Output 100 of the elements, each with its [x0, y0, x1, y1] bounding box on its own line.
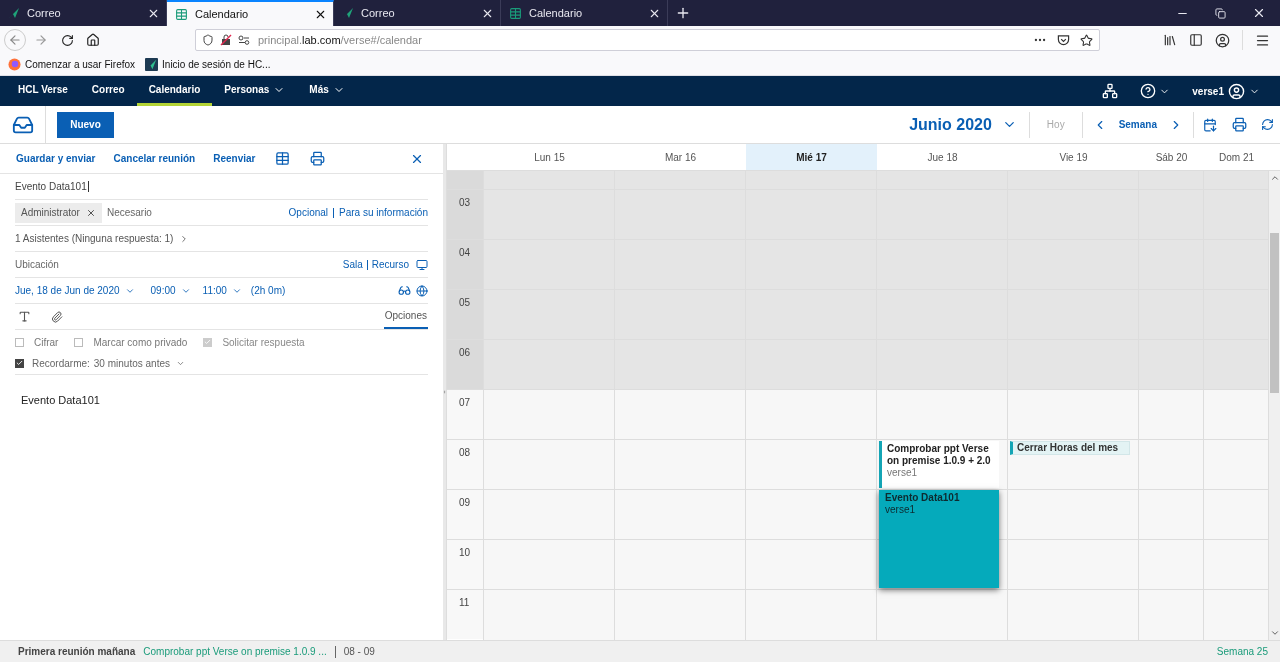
new-button[interactable]: Nuevo [57, 111, 114, 138]
end-time-dropdown[interactable]: 11:00 [202, 283, 242, 298]
checkbox[interactable] [15, 337, 24, 347]
event-owner: verse1 [885, 504, 916, 516]
nav-item[interactable]: Correo [79, 76, 137, 106]
monitor-icon[interactable] [416, 258, 428, 271]
text-format-icon[interactable] [18, 310, 31, 323]
bookmark-item[interactable]: Comenzar a usar Firefox [8, 57, 136, 72]
user-menu[interactable]: verse1 [1192, 82, 1260, 100]
action-link[interactable]: Guardar y enviar [16, 151, 96, 166]
week-number: Semana 25 [1216, 645, 1268, 659]
menu-icon[interactable] [1255, 32, 1270, 48]
calendar-event[interactable]: Cerrar Horas del mes [1010, 441, 1130, 455]
refresh-icon[interactable] [1261, 118, 1274, 131]
calendar-add-icon[interactable] [275, 151, 291, 166]
action-link[interactable]: Reenviar [213, 151, 256, 166]
day-column[interactable]: Cerrar Horas del mes [1008, 171, 1139, 640]
day-header[interactable]: Dom 21 [1204, 144, 1269, 170]
print-icon[interactable] [1232, 117, 1247, 132]
status-label: Primera reunión mañana [18, 645, 136, 659]
restore-icon[interactable] [1215, 7, 1226, 19]
day-column[interactable]: Comprobar ppt Verse on premise 1.0.9 + 2.0 verse1 Evento Data101 verse1 [877, 171, 1008, 640]
new-tab-icon[interactable] [675, 5, 691, 21]
account-icon[interactable] [1215, 32, 1230, 48]
print-icon[interactable] [310, 151, 326, 166]
hour-label: 07 [447, 389, 483, 439]
scrollbar[interactable] [1269, 171, 1280, 640]
month-title: Junio 2020 [909, 114, 992, 135]
glasses-icon[interactable] [398, 284, 411, 297]
view-button[interactable]: Semana [1118, 117, 1157, 132]
event-owner: verse1 [887, 467, 918, 479]
attendee-link[interactable]: Opcional [288, 205, 329, 220]
people-tree-icon[interactable] [1102, 83, 1119, 99]
toggles-icon [238, 35, 250, 45]
body-text[interactable]: Evento Data101 [21, 392, 428, 409]
start-time-dropdown[interactable]: 09:00 [150, 283, 191, 298]
room-link[interactable]: Sala [342, 257, 363, 272]
close-icon[interactable] [1252, 6, 1266, 20]
star-icon[interactable] [1080, 33, 1093, 47]
calendar-grid-icon [509, 6, 522, 20]
nav-item[interactable]: HCL Verse [6, 76, 80, 106]
forward-icon[interactable] [34, 33, 48, 47]
bookmark-item[interactable]: Inicio de sesión de HC... [145, 57, 271, 72]
event-title: Comprobar ppt Verse on premise 1.0.9 + 2.0 [887, 443, 992, 467]
tab-title: Correo [27, 5, 62, 21]
room-link[interactable]: Recurso [371, 257, 409, 272]
location-field[interactable]: Ubicación [15, 257, 339, 272]
check-icon [16, 359, 23, 367]
help-icon [1140, 83, 1157, 99]
day-header[interactable]: Vie 19 [1008, 144, 1139, 170]
pocket-icon[interactable] [1057, 33, 1070, 47]
duration-text: (2h 0m) [250, 284, 286, 298]
shield-icon [202, 34, 214, 46]
action-link[interactable]: Cancelar reunión [113, 151, 196, 166]
nav-item[interactable]: Más [297, 76, 357, 106]
reminder-dropdown[interactable]: 30 minutos antes [93, 355, 185, 371]
checkbox[interactable] [15, 358, 24, 368]
globe-logo-icon [8, 58, 21, 71]
subject-field[interactable]: Evento Data101 [15, 174, 428, 200]
reload-icon[interactable] [61, 33, 74, 47]
sidebar-icon[interactable] [1189, 33, 1203, 47]
checkbox-label: Recordarme: [32, 356, 90, 371]
scroll-up-icon[interactable] [1269, 173, 1280, 183]
day-header[interactable]: Lun 15 [484, 144, 615, 170]
day-header[interactable]: Jue 18 [877, 144, 1008, 170]
address-bar[interactable]: principal.lab.com/verse#/calendar [195, 29, 1100, 51]
attendees-summary[interactable]: 1 Asistentes (Ninguna respuesta: 1) [15, 231, 174, 246]
day-header[interactable]: Mié 17 [746, 144, 877, 170]
remove-icon[interactable] [85, 207, 96, 218]
options-tab[interactable]: Opciones [383, 304, 428, 329]
hour-label: 09 [447, 489, 483, 539]
date-dropdown[interactable]: Jue, 18 de Jun de 2020 [15, 283, 135, 298]
day-header[interactable]: Sáb 20 [1139, 144, 1204, 170]
hour-label: 10 [447, 539, 483, 589]
help-menu[interactable] [1140, 83, 1171, 99]
attendee-link[interactable]: Para su información [339, 205, 428, 220]
crossed-lock-icon [220, 34, 232, 46]
checkbox[interactable] [74, 337, 84, 347]
calendar-event[interactable]: Evento Data101 verse1 [879, 490, 999, 588]
attendee-field[interactable]: Necesario [106, 205, 284, 220]
globe-icon[interactable] [416, 284, 428, 297]
checkbox-label: Marcar como privado [93, 335, 188, 350]
attendee-chip[interactable]: Administrator [15, 202, 102, 223]
calendar-import-icon[interactable] [1203, 117, 1217, 132]
hour-label: 06 [447, 339, 483, 389]
nav-item[interactable]: Personas [212, 76, 298, 106]
event-title: Evento Data101 [885, 492, 961, 504]
home-icon[interactable] [86, 33, 100, 47]
splitter-handle-icon[interactable] [443, 387, 446, 397]
scroll-down-icon[interactable] [1269, 628, 1280, 638]
paperclip-icon[interactable] [51, 310, 63, 323]
nav-item[interactable]: Calendario [136, 76, 213, 106]
tab-title: Correo [361, 5, 396, 21]
library-icon[interactable] [1163, 33, 1177, 47]
url-text: principal.lab.com/verse#/calendar [258, 32, 423, 48]
calendar-event[interactable]: Comprobar ppt Verse on premise 1.0.9 + 2.0 verse1 [879, 441, 999, 488]
browser-tab[interactable]: Calendario [167, 0, 334, 26]
hour-label: 11 [447, 589, 483, 639]
day-header[interactable]: Mar 16 [615, 144, 746, 170]
tab-title: Calendario [529, 5, 584, 21]
